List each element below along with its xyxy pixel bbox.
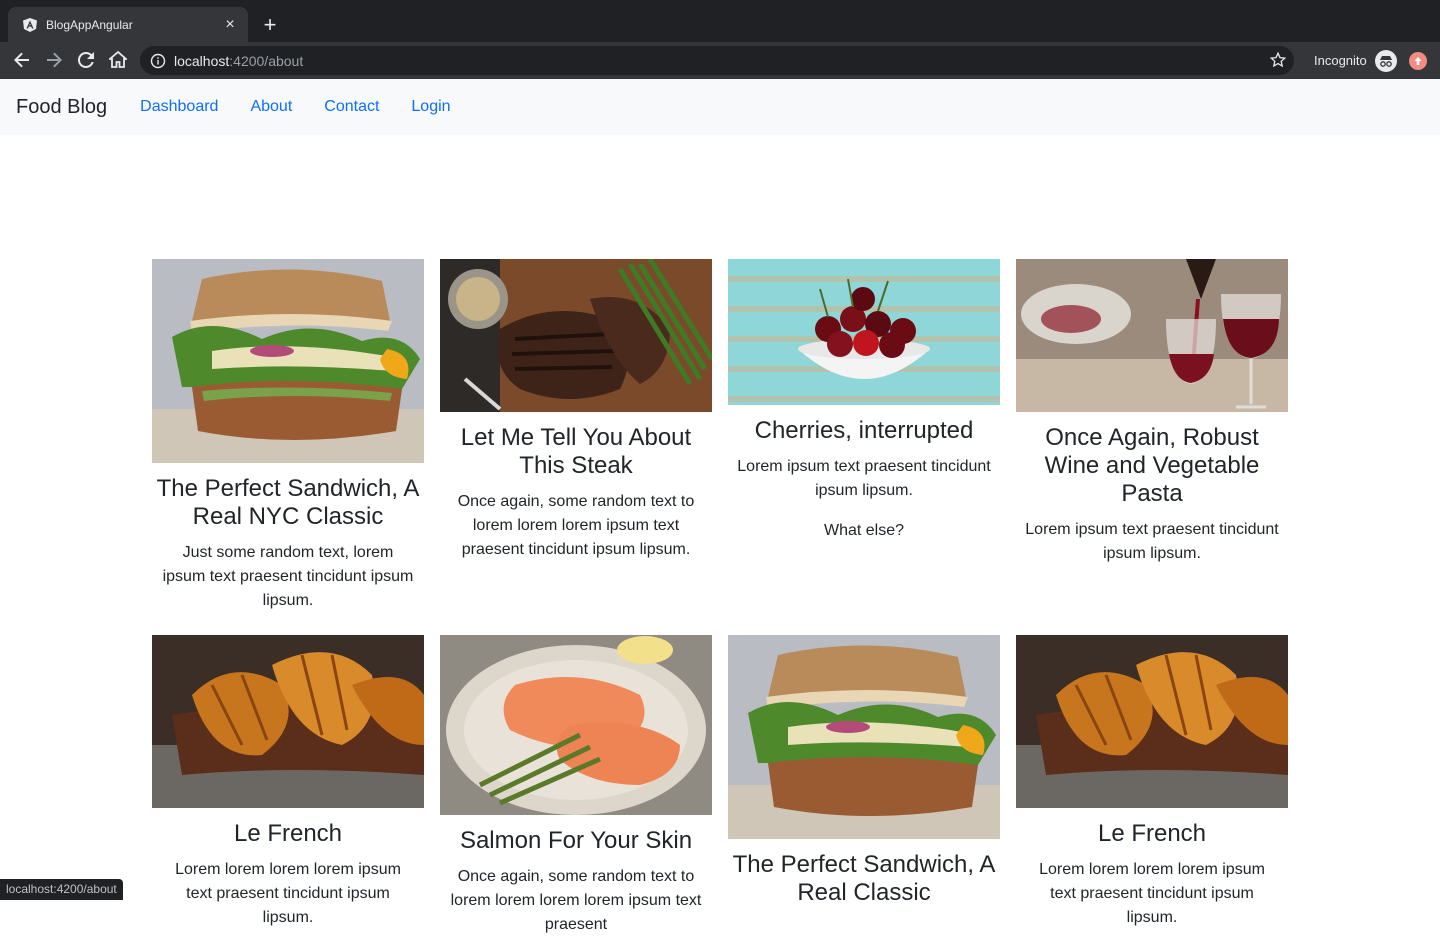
card-title: The Perfect Sandwich, A Real NYC Classic bbox=[156, 475, 420, 530]
cherries-image bbox=[728, 259, 1000, 405]
blog-card[interactable]: Let Me Tell You About This Steak Once ag… bbox=[440, 259, 712, 562]
blog-card[interactable]: Salmon For Your Skin Once again, some ra… bbox=[440, 635, 712, 937]
angular-favicon-icon bbox=[22, 17, 38, 33]
card-title: Let Me Tell You About This Steak bbox=[460, 424, 692, 479]
blog-card[interactable]: Cherries, interrupted Lorem ipsum text p… bbox=[728, 259, 1000, 543]
address-bar[interactable]: localhost :4200/about bbox=[140, 46, 1294, 75]
sandwich-image bbox=[152, 259, 424, 463]
reload-icon[interactable] bbox=[74, 48, 98, 72]
card-text: Once again, some random text to lorem lo… bbox=[457, 493, 695, 558]
site-info-icon[interactable] bbox=[150, 53, 166, 69]
browser-tabstrip: BlogAppAngular × + bbox=[0, 0, 1440, 42]
card-text: Lorem ipsum text praesent tincidunt ipsu… bbox=[1025, 521, 1279, 562]
card-title: Cherries, interrupted bbox=[754, 417, 974, 444]
card-text: Once again, some random text to lorem lo… bbox=[450, 868, 702, 933]
tab-title: BlogAppAngular bbox=[46, 17, 133, 32]
browser-tab[interactable]: BlogAppAngular × bbox=[8, 7, 248, 42]
app-navbar: Food Blog Dashboard About Contact Login bbox=[0, 79, 1440, 135]
forward-arrow-icon[interactable] bbox=[42, 48, 66, 72]
home-icon[interactable] bbox=[106, 48, 130, 72]
card-title: Le French bbox=[233, 820, 343, 847]
nav-link-login[interactable]: Login bbox=[411, 98, 450, 116]
card-extra-text: What else? bbox=[823, 522, 905, 539]
card-text: Lorem lorem lorem lorem ipsum text praes… bbox=[175, 861, 401, 926]
blog-card[interactable]: Le French Lorem lorem lorem lorem ipsum … bbox=[152, 635, 424, 930]
extension-icon[interactable] bbox=[1409, 52, 1427, 70]
bookmark-star-icon[interactable] bbox=[1269, 51, 1287, 68]
nav-link-contact[interactable]: Contact bbox=[324, 98, 379, 116]
navbar-brand[interactable]: Food Blog bbox=[16, 96, 107, 119]
card-text: Lorem lorem lorem lorem ipsum text praes… bbox=[1039, 861, 1265, 926]
incognito-label: Incognito bbox=[1314, 53, 1367, 68]
nav-link-about[interactable]: About bbox=[250, 98, 292, 116]
tab-close-icon[interactable]: × bbox=[222, 16, 238, 33]
incognito-icon[interactable] bbox=[1375, 50, 1397, 72]
card-title: Le French bbox=[1097, 820, 1207, 847]
card-text: Lorem ipsum text praesent tincidunt ipsu… bbox=[737, 458, 991, 499]
blog-card[interactable]: The Perfect Sandwich, A Real Classic bbox=[728, 635, 1000, 907]
url-path: :4200/about bbox=[229, 52, 304, 69]
croissant-image bbox=[152, 635, 424, 808]
nav-link-dashboard[interactable]: Dashboard bbox=[140, 98, 218, 116]
steak-image bbox=[440, 259, 712, 412]
croissant-image bbox=[1016, 635, 1288, 808]
url-host: localhost bbox=[174, 52, 230, 69]
browser-toolbar: localhost :4200/about Incognito bbox=[0, 42, 1440, 79]
blog-card[interactable]: Once Again, Robust Wine and Vegetable Pa… bbox=[1016, 259, 1288, 566]
status-bar-url: localhost:4200/about bbox=[0, 879, 123, 900]
card-text: Just some random text, lorem ipsum text … bbox=[162, 544, 414, 609]
card-title: Once Again, Robust Wine and Vegetable Pa… bbox=[1044, 424, 1260, 507]
card-title: The Perfect Sandwich, A Real Classic bbox=[732, 851, 996, 906]
back-arrow-icon[interactable] bbox=[10, 48, 34, 72]
new-tab-button[interactable]: + bbox=[258, 14, 282, 38]
wine-image bbox=[1016, 259, 1288, 412]
card-title: Salmon For Your Skin bbox=[459, 827, 693, 854]
blog-card[interactable]: The Perfect Sandwich, A Real NYC Classic… bbox=[152, 259, 424, 613]
blog-card[interactable]: Le French Lorem lorem lorem lorem ipsum … bbox=[1016, 635, 1288, 930]
salmon-image bbox=[440, 635, 712, 815]
sandwich-image bbox=[728, 635, 1000, 839]
